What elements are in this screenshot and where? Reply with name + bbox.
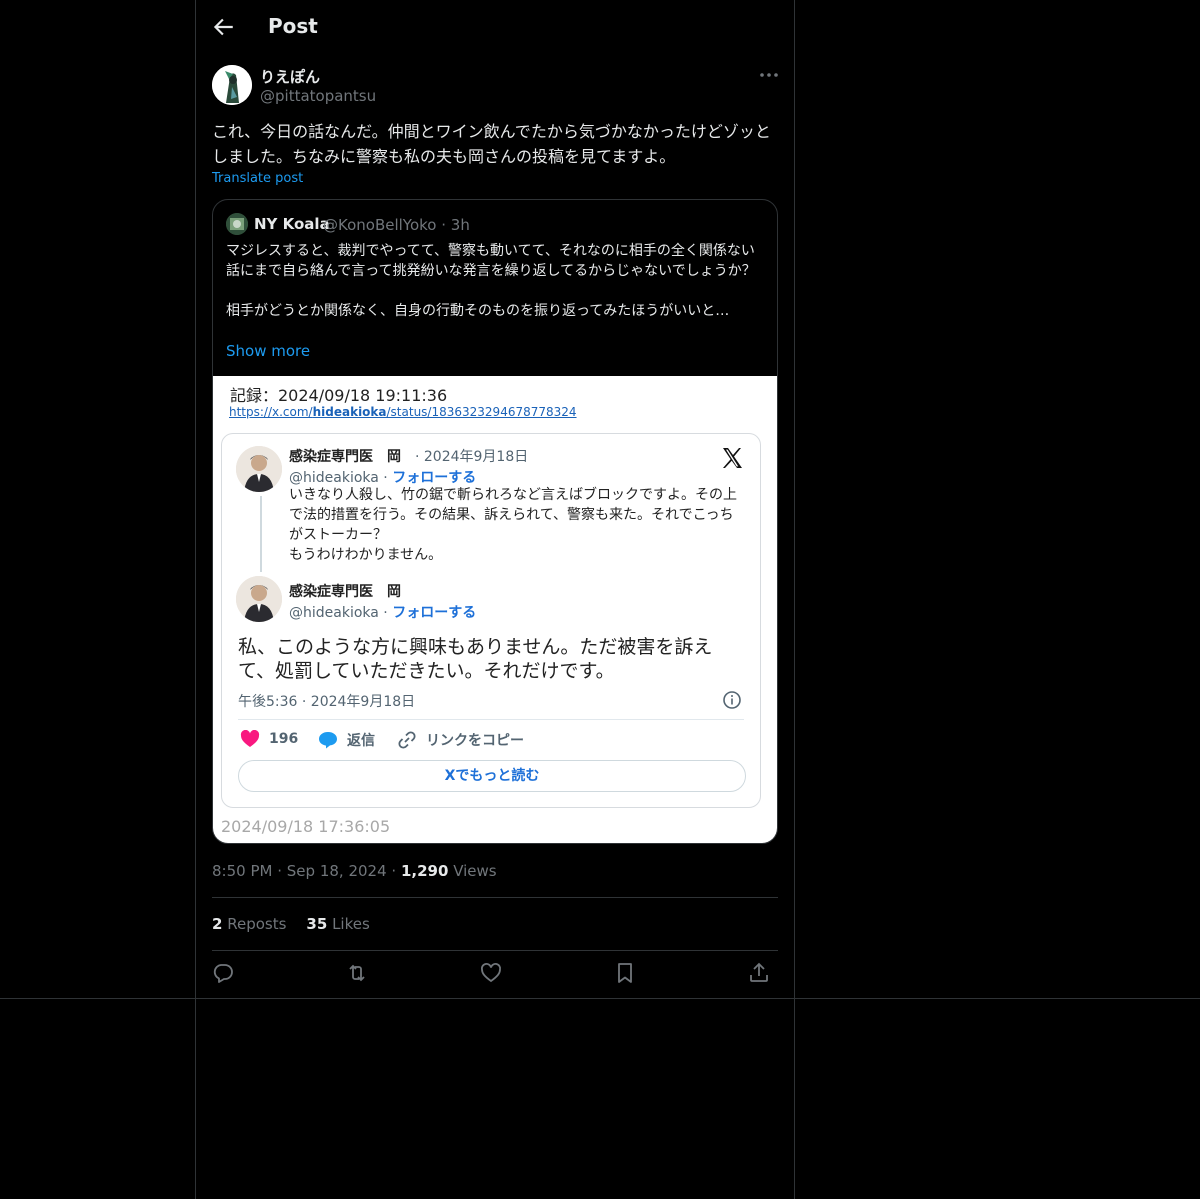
- record-label: 記録：2024/09/18 19:11:36: [230, 386, 448, 405]
- engagement-stats: 2 Reposts 35 Likes: [212, 915, 370, 933]
- quoted-post[interactable]: NY Koala @KonoBellYoko · 3h マジレスすると、裁判でや…: [212, 199, 778, 844]
- embed-handle-line-2: @hideakioka · フォローする: [289, 605, 477, 621]
- read-more-on-x-button: Xでもっと読む: [238, 760, 746, 792]
- views-count: 1,290: [400, 862, 449, 880]
- user-handle[interactable]: @pittatopantsu: [260, 87, 376, 105]
- more-icon[interactable]: [758, 66, 780, 84]
- repost-icon[interactable]: [345, 961, 371, 987]
- embed-avatar-1: [236, 446, 282, 492]
- top-bar: Post: [196, 0, 794, 53]
- link-icon: [397, 730, 417, 750]
- quote-display-name: NY Koala: [254, 215, 330, 233]
- quote-avatar: [226, 213, 248, 235]
- action-bar: [212, 961, 778, 989]
- back-arrow-icon[interactable]: [210, 14, 236, 40]
- quote-text: マジレスすると、裁判でやってて、警察も動いてて、それなのに相手の全く関係ない話に…: [226, 243, 756, 319]
- thread-line: [260, 496, 262, 572]
- reposts-stat[interactable]: 2 Reposts: [212, 915, 286, 933]
- divider: [212, 950, 778, 951]
- reply-icon[interactable]: [211, 961, 237, 987]
- embed-like-count: 196: [269, 731, 299, 747]
- embed-timestamp: 午後5:36 · 2024年9月18日: [238, 694, 416, 710]
- page-title: Post: [268, 14, 318, 38]
- embed-tweet-text-2: 私、このような方に興味もありません。ただ被害を訴えて、処罰していただきたい。それ…: [238, 636, 713, 682]
- embed-date: · 2024年9月18日: [415, 449, 529, 465]
- divider: [212, 897, 778, 898]
- info-icon: [722, 690, 742, 710]
- quote-handle-line: @KonoBellYoko · 3h: [323, 216, 470, 234]
- show-more-link[interactable]: Show more: [226, 342, 310, 360]
- main-column: Post りえぽん @pittatopantsu これ、今日の話なんだ。仲間とワ…: [195, 0, 795, 1199]
- bookmark-icon[interactable]: [613, 961, 639, 987]
- embed-author-name-2: 感染症専門医 岡: [289, 584, 401, 600]
- section-divider: [0, 998, 1200, 999]
- quote-age: · 3h: [441, 216, 470, 234]
- attached-image[interactable]: 記録：2024/09/18 19:11:36 https://x.com/hid…: [213, 376, 777, 843]
- likes-stat[interactable]: 35 Likes: [306, 915, 369, 933]
- post-date[interactable]: Sep 18, 2024: [287, 862, 387, 880]
- capture-time: 2024/09/18 17:36:05: [221, 817, 391, 836]
- display-name[interactable]: りえぽん: [260, 66, 320, 87]
- embedded-tweet: 感染症専門医 岡 · 2024年9月18日 @hideakioka · フォロー…: [221, 433, 761, 808]
- embed-reply: 返信: [318, 730, 375, 750]
- like-icon[interactable]: [479, 961, 505, 987]
- post-meta: 8:50 PM · Sep 18, 2024 · 1,290 Views: [212, 862, 497, 880]
- embed-divider: [238, 719, 744, 720]
- translate-post-link[interactable]: Translate post: [212, 171, 303, 186]
- heart-icon: [240, 730, 260, 748]
- reply-bubble-icon: [318, 731, 338, 749]
- embed-handle-line-1: @hideakioka · フォローする: [289, 470, 477, 486]
- avatar[interactable]: [212, 65, 252, 105]
- embed-avatar-2: [236, 576, 282, 622]
- share-icon[interactable]: [747, 961, 773, 987]
- embed-reply-label: 返信: [347, 733, 375, 749]
- embed-copy-link: リンクをコピー: [397, 730, 524, 750]
- embed-copy-link-label: リンクをコピー: [426, 733, 524, 749]
- post-text: これ、今日の話なんだ。仲間とワイン飲んでたから気づかなかったけどゾッとしました。…: [212, 122, 771, 166]
- quote-handle: @KonoBellYoko: [323, 216, 437, 234]
- views-label: Views: [453, 862, 497, 880]
- post-time[interactable]: 8:50 PM: [212, 862, 272, 880]
- record-url: https://x.com/hideakioka/status/18363232…: [229, 405, 577, 419]
- embed-tweet-text-1: いきなり人殺し、竹の鋸で斬られろなど言えばブロックですよ。その上で法的措置を行う…: [289, 487, 737, 563]
- embed-like: 196: [240, 730, 298, 748]
- embed-author-name-1: 感染症専門医 岡: [289, 449, 401, 465]
- x-logo-icon: [720, 446, 744, 470]
